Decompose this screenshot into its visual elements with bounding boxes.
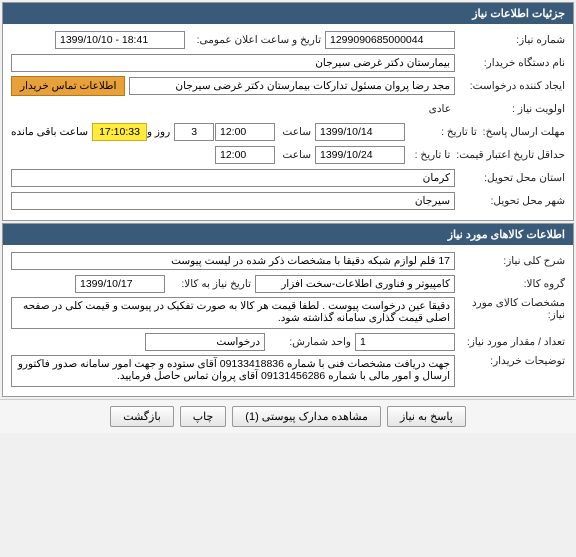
- need-date-label: تاریخ نیاز به کالا:: [165, 278, 255, 290]
- panel2-body: شرح کلی نیاز: گروه کالا: تاریخ نیاز به ک…: [3, 245, 573, 396]
- general-desc-label: شرح کلی نیاز:: [455, 255, 565, 267]
- deadline-label: مهلت ارسال پاسخ: تا تاریخ :: [405, 126, 565, 138]
- group-label: گروه کالا:: [455, 278, 565, 290]
- requester-label: ایجاد کننده درخواست:: [455, 80, 565, 92]
- buyer-org-field[interactable]: [11, 54, 455, 72]
- need-number-field[interactable]: [325, 31, 455, 49]
- requester-field[interactable]: [129, 77, 455, 95]
- days-remaining-field[interactable]: [174, 123, 214, 141]
- min-valid-time-label: ساعت: [275, 149, 315, 161]
- qty-field[interactable]: [355, 333, 455, 351]
- remain-label: ساعت باقی مانده: [11, 126, 88, 138]
- panel1-body: شماره نیاز: تاریخ و ساعت اعلان عمومی: نا…: [3, 24, 573, 220]
- spec-label: مشخصات کالای مورد نیاز:: [455, 297, 565, 321]
- view-attachments-button[interactable]: مشاهده مدارک پیوستی (1): [232, 406, 381, 427]
- priority-value: عادی: [425, 101, 455, 117]
- print-button[interactable]: چاپ: [180, 406, 227, 427]
- min-valid-time-field[interactable]: [215, 146, 275, 164]
- need-number-label: شماره نیاز:: [455, 34, 565, 46]
- group-field[interactable]: [255, 275, 455, 293]
- contact-buyer-button[interactable]: اطلاعات تماس خریدار: [11, 76, 125, 96]
- goods-info-panel: اطلاعات کالاهای مورد نیاز شرح کلی نیاز: …: [2, 223, 574, 397]
- back-button[interactable]: بازگشت: [110, 406, 174, 427]
- deadline-time-label: ساعت: [275, 126, 315, 138]
- need-details-panel: جزئیات اطلاعات نیاز شماره نیاز: تاریخ و …: [2, 2, 574, 221]
- spec-field[interactable]: [11, 297, 455, 329]
- priority-label: اولویت نیاز :: [455, 103, 565, 115]
- city-field[interactable]: [11, 192, 455, 210]
- deadline-time-field[interactable]: [215, 123, 275, 141]
- buyer-org-label: نام دستگاه خریدار:: [455, 57, 565, 69]
- unit-field[interactable]: [145, 333, 265, 351]
- city-label: شهر محل تحویل:: [455, 195, 565, 207]
- province-field[interactable]: [11, 169, 455, 187]
- buyer-note-field[interactable]: [11, 355, 455, 387]
- announce-label: تاریخ و ساعت اعلان عمومی:: [185, 34, 325, 46]
- min-valid-date-field[interactable]: [315, 146, 405, 164]
- panel2-header: اطلاعات کالاهای مورد نیاز: [3, 224, 573, 245]
- buyer-note-label: توضیحات خریدار:: [455, 355, 565, 367]
- deadline-date-field[interactable]: [315, 123, 405, 141]
- time-remaining-badge: 17:10:33: [92, 123, 147, 141]
- announce-field[interactable]: [55, 31, 185, 49]
- action-button-bar: پاسخ به نیاز مشاهده مدارک پیوستی (1) چاپ…: [0, 399, 576, 433]
- general-desc-field[interactable]: [11, 252, 455, 270]
- min-valid-label: حداقل تاریخ اعتبار قیمت: تا تاریخ :: [405, 149, 565, 161]
- province-label: استان محل تحویل:: [455, 172, 565, 184]
- qty-label: تعداد / مقدار مورد نیاز:: [455, 336, 565, 348]
- days-label: روز و: [147, 126, 170, 138]
- respond-button[interactable]: پاسخ به نیاز: [387, 406, 466, 427]
- unit-label: واحد شمارش:: [265, 336, 355, 348]
- need-date-field[interactable]: [75, 275, 165, 293]
- panel1-header: جزئیات اطلاعات نیاز: [3, 3, 573, 24]
